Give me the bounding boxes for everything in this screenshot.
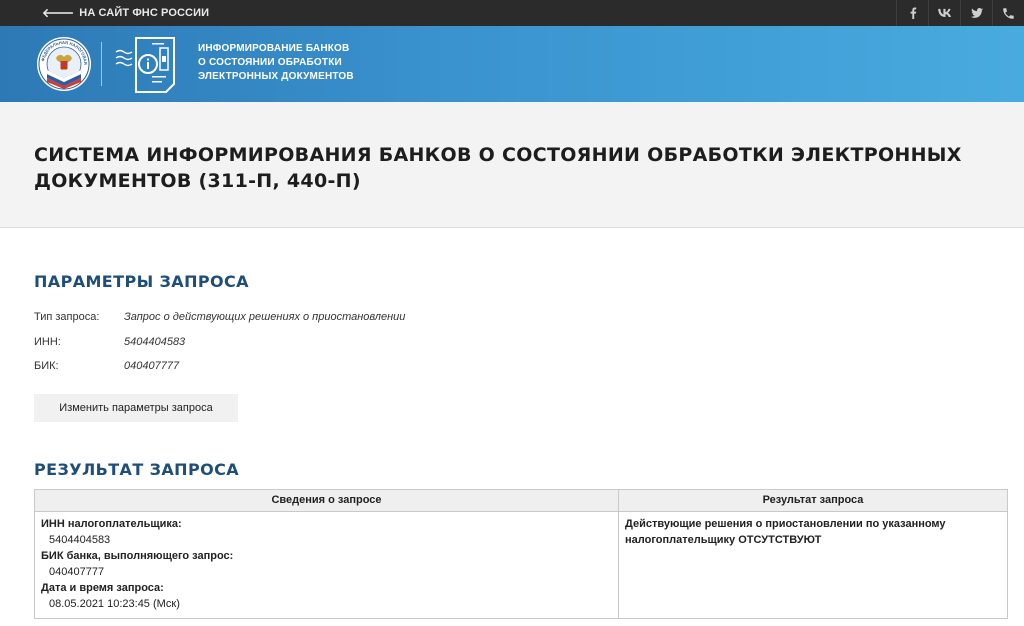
banner-line-2: О СОСТОЯНИИ ОБРАБОТКИ	[198, 57, 342, 68]
back-link-label: НА САЙТ ФНС РОССИИ	[79, 7, 210, 19]
social-links	[896, 0, 1024, 26]
param-value: Запрос о действующих решениях о приостан…	[124, 311, 406, 324]
phone-icon	[1003, 7, 1014, 19]
request-info-cell: ИНН налогоплательщика: 5404404583 БИК ба…	[34, 510, 619, 619]
datetime-value: 08.05.2021 10:23:45 (Мск)	[49, 597, 180, 610]
param-value: 5404404583	[124, 335, 186, 348]
banner-divider	[101, 42, 102, 86]
document-info-icon	[115, 37, 175, 93]
arrow-left-icon: 🡐	[42, 6, 75, 20]
param-row-inn: ИНН: 5404404583	[34, 330, 990, 355]
banner-line-3: ЭЛЕКТРОННЫХ ДОКУМЕНТОВ	[198, 71, 354, 82]
page-title-area: СИСТЕМА ИНФОРМИРОВАНИЯ БАНКОВ О СОСТОЯНИ…	[0, 102, 1024, 228]
bik-value: 040407777	[49, 565, 105, 578]
param-label: Тип запроса:	[34, 311, 100, 324]
change-params-button[interactable]: Изменить параметры запроса	[34, 393, 238, 422]
params-list: Тип запроса: Запрос о действующих решени…	[34, 305, 990, 379]
vk-button[interactable]	[928, 0, 960, 26]
fns-emblem-icon[interactable]: ФЕДЕРАЛЬНАЯ НАЛОГОВАЯ СЛУЖБА	[36, 36, 92, 92]
twitter-button[interactable]	[960, 0, 992, 26]
result-heading: РЕЗУЛЬТАТ ЗАПРОСА	[34, 459, 240, 479]
param-label: БИК:	[34, 360, 59, 373]
facebook-icon	[910, 7, 916, 19]
main-content: ПАРАМЕТРЫ ЗАПРОСА Тип запроса: Запрос о …	[0, 228, 1024, 619]
inn-label: ИНН налогоплательщика:	[41, 517, 182, 530]
banner-line-1: ИНФОРМИРОВАНИЕ БАНКОВ	[198, 43, 350, 54]
datetime-label: Дата и время запроса:	[41, 581, 164, 594]
bik-label: БИК банка, выполняющего запрос:	[41, 549, 234, 562]
back-to-fns-link[interactable]: 🡐 НА САЙТ ФНС РОССИИ	[42, 7, 209, 19]
param-row-type: Тип запроса: Запрос о действующих решени…	[34, 305, 990, 330]
request-result-cell: Действующие решения о приостановлении по…	[618, 510, 1008, 619]
top-bar: 🡐 НА САЙТ ФНС РОССИИ	[0, 0, 1024, 26]
facebook-button[interactable]	[896, 0, 928, 26]
inn-value: 5404404583	[49, 533, 111, 546]
param-value: 040407777	[124, 360, 180, 373]
params-heading: ПАРАМЕТРЫ ЗАПРОСА	[34, 272, 249, 291]
table-header-row: Сведения о запросе Результат запроса	[34, 488, 1008, 512]
param-row-bik: БИК: 040407777	[34, 354, 990, 379]
banner-title: ИНФОРМИРОВАНИЕ БАНКОВ О СОСТОЯНИИ ОБРАБО…	[198, 42, 354, 84]
table-row: ИНН налогоплательщика: 5404404583 БИК ба…	[34, 510, 1008, 619]
param-label: ИНН:	[34, 335, 61, 348]
page-title: СИСТЕМА ИНФОРМИРОВАНИЯ БАНКОВ О СОСТОЯНИ…	[34, 144, 962, 192]
header-banner: ФЕДЕРАЛЬНАЯ НАЛОГОВАЯ СЛУЖБА ИНФОРМИРОВА…	[0, 26, 1024, 102]
twitter-icon	[970, 8, 983, 18]
result-table: Сведения о запросе Результат запроса ИНН…	[34, 488, 1008, 619]
column-header-result: Результат запроса	[618, 488, 1008, 512]
vk-icon	[937, 8, 951, 17]
column-header-info: Сведения о запросе	[34, 488, 619, 512]
phone-button[interactable]	[992, 0, 1024, 26]
